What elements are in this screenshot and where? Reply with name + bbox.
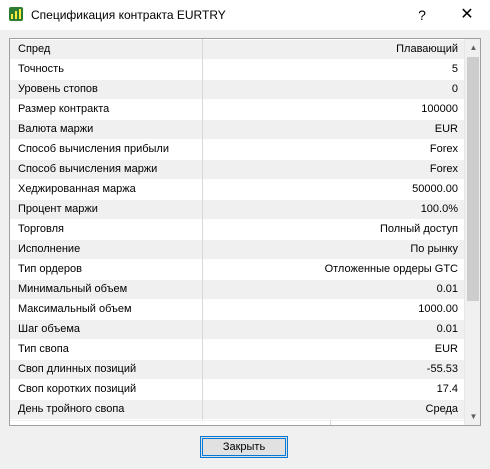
partial-row-separator [330, 420, 331, 425]
row-value: 1000.00 [418, 303, 458, 315]
table-row[interactable]: Тип ордеров Отложенные ордеры GTC [10, 260, 464, 279]
table-row[interactable]: Способ вычисления прибыли Forex [10, 140, 464, 159]
table-row[interactable]: Размер контракта 100000 [10, 100, 464, 119]
row-label: Торговля [18, 223, 64, 235]
column-separator [202, 39, 203, 425]
table-row[interactable]: Исполнение По рынку [10, 240, 464, 259]
table-row[interactable]: Своп длинных позиций -55.53 [10, 360, 464, 379]
row-label: Тип свопа [18, 343, 69, 355]
table-row[interactable]: Максимальный объем 1000.00 [10, 300, 464, 319]
window-title: Спецификация контракта EURTRY [31, 8, 226, 22]
row-value: Полный доступ [379, 223, 458, 235]
row-label: Спред [18, 43, 51, 55]
help-button[interactable]: ? [405, 0, 439, 30]
chart-app-icon [9, 7, 23, 21]
table-row[interactable]: Процент маржи 100.0% [10, 200, 464, 219]
row-value: -55.53 [426, 363, 458, 375]
row-label: Хеджированная маржа [18, 183, 136, 195]
scroll-thumb[interactable] [467, 57, 479, 301]
table-row[interactable]: Тип свопа EUR [10, 340, 464, 359]
row-label: Исполнение [18, 243, 81, 255]
table-row[interactable]: Минимальный объем 0.01 [10, 280, 464, 299]
row-label: Тип ордеров [18, 263, 82, 275]
row-label: День тройного свопа [18, 403, 125, 415]
row-value: 17.4 [436, 383, 458, 395]
row-label: Валюта маржи [18, 123, 94, 135]
spec-rows: Спред Плавающий Точность 5 Уровень стопов 0 Ра… [10, 40, 464, 420]
table-row[interactable]: Спред Плавающий [10, 40, 464, 59]
row-label: Уровень стопов [18, 83, 98, 95]
table-row[interactable]: Хеджированная маржа 50000.00 [10, 180, 464, 199]
row-value: 50000.00 [412, 183, 458, 195]
row-label: Минимальный объем [18, 283, 128, 295]
table-row[interactable]: Шаг объема 0.01 [10, 320, 464, 339]
close-window-button[interactable]: ✕ [450, 0, 484, 30]
row-value: 0.01 [436, 323, 458, 335]
contract-spec-grid[interactable]: Спред Плавающий Точность 5 Уровень стопов 0 Ра… [9, 38, 481, 426]
table-row[interactable]: Способ вычисления маржи Forex [10, 160, 464, 179]
row-label: Шаг объема [18, 323, 80, 335]
row-label: Способ вычисления прибыли [18, 143, 169, 155]
table-row[interactable]: Валюта маржи EUR [10, 120, 464, 139]
row-label: Своп длинных позиций [18, 363, 137, 375]
row-value: 100000 [421, 103, 458, 115]
scroll-up-icon[interactable]: ▲ [465, 39, 480, 56]
table-row[interactable]: Торговля Полный доступ [10, 220, 464, 239]
partial-row [10, 420, 464, 425]
row-value: 5 [451, 63, 458, 75]
row-label: Максимальный объем [18, 303, 132, 315]
scroll-down-icon[interactable]: ▼ [465, 408, 480, 425]
title-bar: Спецификация контракта EURTRY ? ✕ [0, 0, 490, 30]
row-value: EUR [434, 123, 458, 135]
row-value: Отложенные ордеры GTC [324, 263, 458, 275]
row-value: По рынку [410, 243, 458, 255]
table-row[interactable]: День тройного свопа Среда [10, 400, 464, 419]
row-value: 0.01 [436, 283, 458, 295]
table-row[interactable]: Точность 5 [10, 60, 464, 79]
row-value: Плавающий [396, 43, 458, 55]
row-label: Способ вычисления маржи [18, 163, 158, 175]
row-value: 100.0% [420, 203, 458, 215]
button-focus-border [202, 438, 286, 456]
row-label: Точность [18, 63, 64, 75]
row-label: Размер контракта [18, 103, 110, 115]
close-button[interactable]: Закрыть [200, 436, 288, 458]
vertical-scrollbar[interactable]: ▲ ▼ [464, 39, 480, 425]
table-row[interactable]: Уровень стопов 0 [10, 80, 464, 99]
row-value: Forex [429, 163, 458, 175]
row-value: 0 [451, 83, 458, 95]
table-row[interactable]: Своп коротких позиций 17.4 [10, 380, 464, 399]
row-value: Forex [429, 143, 458, 155]
row-value: Среда [425, 403, 458, 415]
row-label: Своп коротких позиций [18, 383, 137, 395]
row-label: Процент маржи [18, 203, 98, 215]
row-value: EUR [434, 343, 458, 355]
